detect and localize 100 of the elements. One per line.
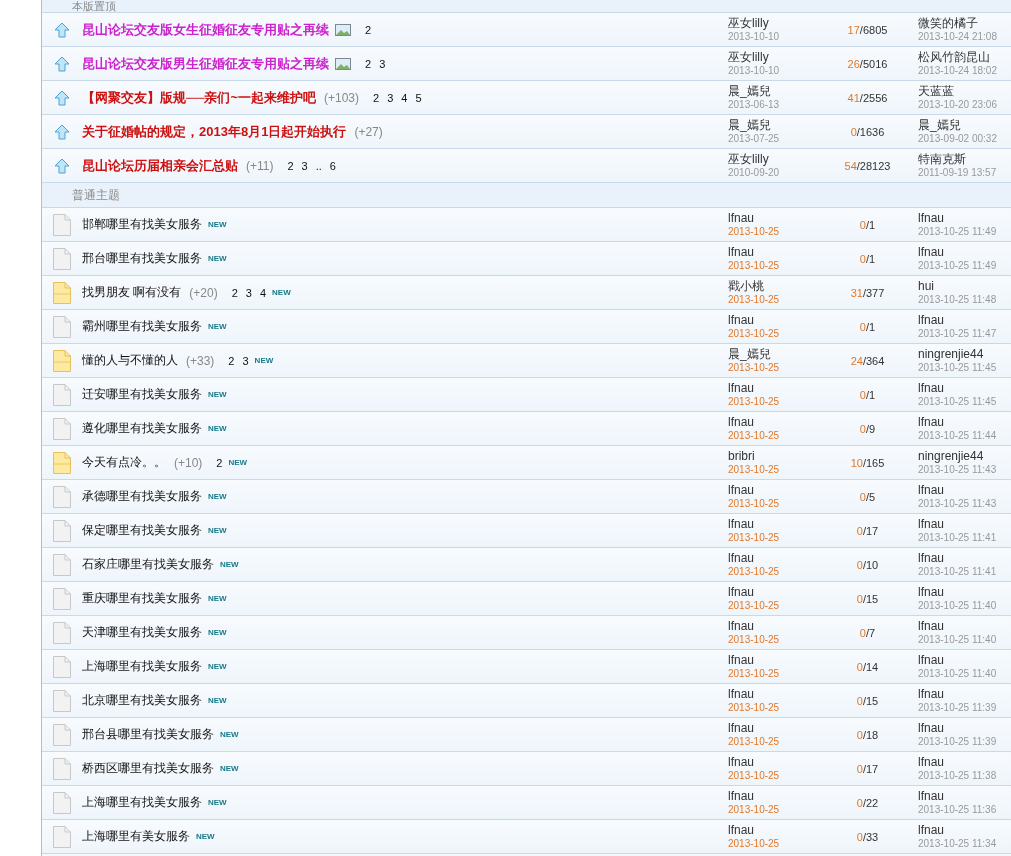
last-poster-name[interactable]: 晨_嫣兒 (918, 117, 1011, 132)
author-name[interactable]: lfnau (728, 788, 820, 803)
page-link[interactable]: 2 (365, 57, 372, 70)
thread-title-link[interactable]: 邯郸哪里有找美女服务 (82, 216, 202, 233)
last-poster-name[interactable]: lfnau (918, 754, 1011, 769)
page-link[interactable]: 3 (301, 159, 308, 172)
author-name[interactable]: lfnau (728, 584, 820, 599)
thread-title-link[interactable]: 承德哪里有找美女服务 (82, 488, 202, 505)
author-name[interactable]: lfnau (728, 822, 820, 837)
author-name[interactable]: lfnau (728, 312, 820, 327)
last-poster-name[interactable]: lfnau (918, 414, 1011, 429)
last-poster-name[interactable]: lfnau (918, 550, 1011, 565)
thread-title-link[interactable]: 今天有点冷。。 (82, 454, 166, 471)
last-poster-name[interactable]: lfnau (918, 652, 1011, 667)
last-poster-name[interactable]: 微笑的橘子 (918, 15, 1011, 30)
reply-view-count: 31/377 (849, 286, 886, 299)
reply-view-count: 26/5016 (846, 57, 889, 70)
thread-title-link[interactable]: 邢台哪里有找美女服务 (82, 250, 202, 267)
author-name[interactable]: lfnau (728, 482, 820, 497)
thread-title-link[interactable]: 上海哪里有找美女服务 (82, 658, 202, 675)
last-poster-name[interactable]: ningrenjie44 (918, 448, 1011, 463)
author-name[interactable]: lfnau (728, 244, 820, 259)
thread-title-link[interactable]: 昆山论坛交友版女生征婚征友专用贴之再续 (82, 20, 329, 39)
author-name[interactable]: lfnau (728, 720, 820, 735)
thread-title-link[interactable]: 昆山论坛交友版男生征婚征友专用贴之再续 (82, 54, 329, 73)
last-poster-name[interactable]: lfnau (918, 822, 1011, 837)
last-poster-name[interactable]: lfnau (918, 686, 1011, 701)
document-icon (53, 587, 71, 610)
page-link[interactable]: 2 (287, 159, 294, 172)
last-poster-name[interactable]: lfnau (918, 380, 1011, 395)
page-link[interactable]: 3 (387, 91, 394, 104)
last-poster-name[interactable]: lfnau (918, 312, 1011, 327)
last-poster-name[interactable]: 松风竹韵昆山 (918, 49, 1011, 64)
author-name[interactable]: lfnau (728, 618, 820, 633)
author-name[interactable]: bribri (728, 448, 820, 463)
page-link[interactable]: 6 (329, 159, 336, 172)
page-link[interactable]: 2 (228, 354, 235, 367)
thread-title-link[interactable]: 懂的人与不懂的人 (82, 352, 178, 369)
author-name[interactable]: 巫女lilly (728, 49, 820, 64)
page-link[interactable]: 3 (379, 57, 386, 70)
thread-title-link[interactable]: 霸州哪里有找美女服务 (82, 318, 202, 335)
last-poster-name[interactable]: lfnau (918, 516, 1011, 531)
last-post-time: 2013-10-25 11:47 (918, 326, 998, 341)
author-name[interactable]: 戳小桃 (728, 278, 820, 293)
last-poster-name[interactable]: lfnau (918, 244, 1011, 259)
thread-title-link[interactable]: 桥西区哪里有找美女服务 (82, 760, 214, 777)
post-date: 2013-10-10 (728, 64, 781, 78)
page-link[interactable]: 3 (245, 286, 252, 299)
last-poster-name[interactable]: lfnau (918, 584, 1011, 599)
thread-title-link[interactable]: 关于征婚帖的规定，2013年8月1日起开始执行 (82, 122, 347, 141)
last-poster-name[interactable]: lfnau (918, 788, 1011, 803)
author-name[interactable]: lfnau (728, 754, 820, 769)
thread-title-link[interactable]: 北京哪里有找美女服务 (82, 692, 202, 709)
page-link[interactable]: 2 (231, 286, 238, 299)
page-link[interactable]: 2 (365, 23, 372, 36)
thread-title-link[interactable]: 重庆哪里有找美女服务 (82, 590, 202, 607)
thread-title-link[interactable]: 上海哪里有美女服务 (82, 828, 190, 845)
author-name[interactable]: 晨_嫣兒 (728, 117, 820, 132)
up-arrow-icon (54, 123, 70, 140)
last-poster-name[interactable]: lfnau (918, 618, 1011, 633)
thread-title-link[interactable]: 保定哪里有找美女服务 (82, 522, 202, 539)
post-date: 2013-10-25 (728, 462, 781, 477)
up-arrow-icon (54, 89, 70, 106)
thread-title-link[interactable]: 石家庄哪里有找美女服务 (82, 556, 214, 573)
thread-title-link[interactable]: 天津哪里有找美女服务 (82, 624, 202, 641)
last-poster-name[interactable]: 天蓝蓝 (918, 83, 1011, 98)
author-name[interactable]: 巫女lilly (728, 15, 820, 30)
author-name[interactable]: lfnau (728, 550, 820, 565)
thread-title-link[interactable]: 【网聚交友】版规──亲们~一起来维护吧 (82, 88, 316, 107)
last-poster-name[interactable]: lfnau (918, 210, 1011, 225)
author-name[interactable]: lfnau (728, 380, 820, 395)
author-name[interactable]: lfnau (728, 516, 820, 531)
page-link[interactable]: 4 (401, 91, 408, 104)
last-poster-name[interactable]: 特南克斯 (918, 151, 1011, 166)
thread-title-link[interactable]: 迁安哪里有找美女服务 (82, 386, 202, 403)
page-link[interactable]: 3 (242, 354, 249, 367)
thread-title-link[interactable]: 找男朋友 啊有没有 (82, 284, 182, 301)
last-poster-name[interactable]: ningrenjie44 (918, 346, 1011, 361)
author-name[interactable]: 晨_嫣兒 (728, 83, 820, 98)
page-link[interactable]: 5 (415, 91, 422, 104)
thread-title-link[interactable]: 遵化哪里有找美女服务 (82, 420, 202, 437)
author-name[interactable]: lfnau (728, 686, 820, 701)
post-date: 2013-10-25 (728, 326, 781, 341)
thread-title-link[interactable]: 昆山论坛历届相亲会汇总贴 (82, 156, 238, 175)
thread-title-link[interactable]: 上海哪里有找美女服务 (82, 794, 202, 811)
last-poster-name[interactable]: lfnau (918, 720, 1011, 735)
author-name[interactable]: 巫女lilly (728, 151, 820, 166)
author-name[interactable]: lfnau (728, 652, 820, 667)
page-link[interactable]: 2 (216, 456, 223, 469)
page-link[interactable]: .. (315, 159, 322, 172)
last-post-time: 2013-10-20 23:06 (918, 97, 998, 112)
last-poster-name[interactable]: hui (918, 278, 1011, 293)
page-link[interactable]: 4 (259, 286, 267, 299)
last-poster-name[interactable]: lfnau (918, 482, 1011, 497)
author-name[interactable]: lfnau (728, 210, 820, 225)
author-name[interactable]: lfnau (728, 414, 820, 429)
thread-title-link[interactable]: 邢台县哪里有找美女服务 (82, 726, 214, 743)
page-link[interactable]: 2 (373, 91, 380, 104)
last-post-time: 2013-10-25 11:45 (918, 361, 998, 375)
author-name[interactable]: 晨_嫣兒 (728, 346, 820, 361)
